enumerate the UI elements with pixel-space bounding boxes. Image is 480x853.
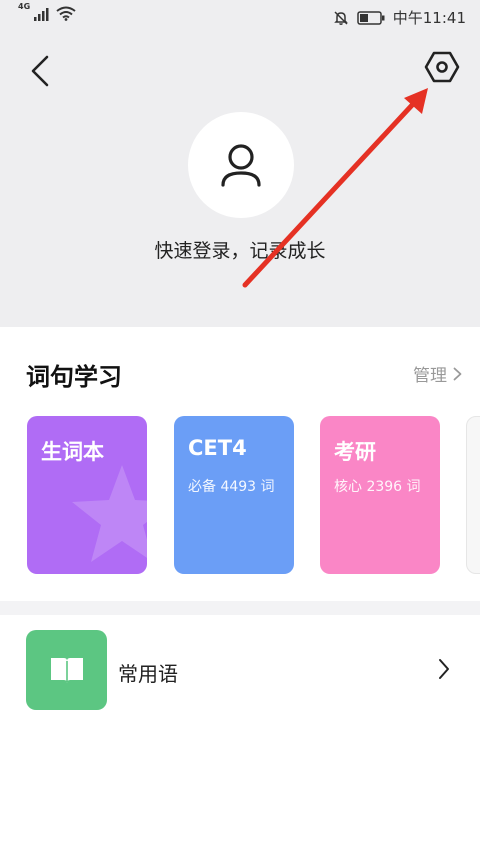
- section-divider: [0, 601, 480, 615]
- manage-label: 管理: [413, 366, 447, 386]
- clock: 中午11:41: [392, 9, 466, 27]
- card-title: 生词本: [41, 440, 104, 464]
- card-title: 考研: [334, 440, 376, 464]
- card-wordbook[interactable]: 生词本: [27, 416, 147, 574]
- book-icon: [50, 658, 83, 683]
- battery-icon: [357, 10, 385, 25]
- manage-button[interactable]: 管理: [413, 361, 462, 386]
- chevron-right-icon: [439, 659, 449, 679]
- network-type: 4G: [18, 2, 31, 11]
- phrases-label: 常用语: [118, 662, 178, 686]
- card-subtitle: 核心 2396 词: [334, 479, 421, 495]
- chevron-right-icon: [453, 367, 462, 380]
- card-subtitle: 必备 4493 词: [188, 479, 275, 495]
- mute-icon: [333, 10, 348, 25]
- wifi-icon: [56, 6, 76, 21]
- star-icon: [72, 465, 147, 562]
- card-next-peek[interactable]: [466, 416, 480, 574]
- status-bar: 4G 中午11:41: [0, 0, 480, 34]
- settings-hexagon-icon: [424, 51, 460, 83]
- signal-icon: [34, 8, 49, 21]
- card-title: CET4: [188, 436, 247, 460]
- common-phrases-item[interactable]: 常用语: [0, 628, 480, 712]
- section-title-vocab: 词句学习: [26, 363, 122, 391]
- avatar[interactable]: [188, 112, 294, 218]
- user-icon: [221, 144, 261, 187]
- settings-button[interactable]: [422, 46, 462, 88]
- chevron-left-icon: [31, 55, 49, 87]
- card-cet4[interactable]: CET4 必备 4493 词: [174, 416, 294, 574]
- phrases-icon-tile: [26, 630, 107, 710]
- card-kaoyan[interactable]: 考研 核心 2396 词: [320, 416, 440, 574]
- quick-login-link[interactable]: 快速登录，记录成长: [0, 236, 480, 263]
- back-button[interactable]: [22, 52, 58, 90]
